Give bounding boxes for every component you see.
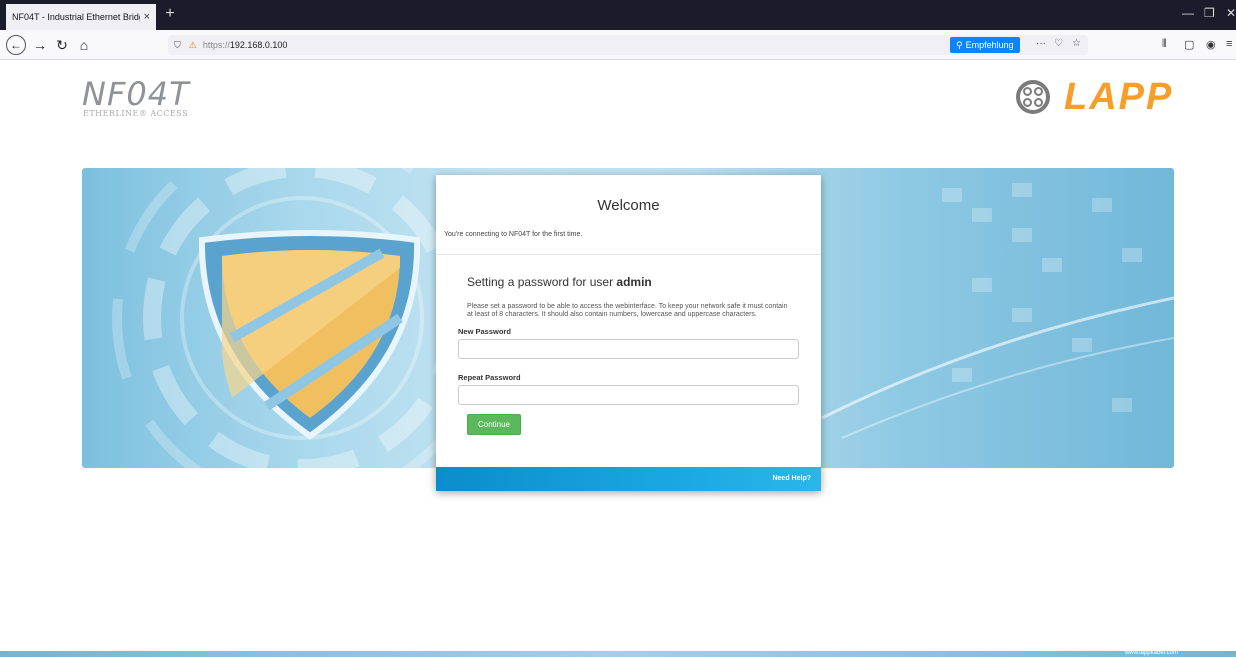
lapp-logo-mark-icon bbox=[1016, 80, 1050, 114]
browser-tab-bar: NF04T - Industrial Ethernet Bridge/ × + … bbox=[0, 0, 1236, 30]
set-password-heading: Setting a password for user admin bbox=[467, 275, 799, 289]
password-requirements: Please set a password to be able to acce… bbox=[467, 303, 788, 318]
footer-url[interactable]: www.lappkabel.com bbox=[1125, 650, 1178, 656]
browser-tab[interactable]: NF04T - Industrial Ethernet Bridge/ × bbox=[6, 4, 156, 30]
need-help-link[interactable]: Need Help? bbox=[772, 475, 811, 482]
product-logo-subtitle: ETHERLINE® ACCESS bbox=[83, 109, 189, 118]
tab-title: NF04T - Industrial Ethernet Bridge/ bbox=[12, 12, 140, 22]
password-setup-card: Welcome You're connecting to NF04T for t… bbox=[436, 175, 821, 491]
location-pin-icon: ⚲ bbox=[956, 39, 963, 50]
recommendation-label: Empfehlung bbox=[965, 40, 1014, 50]
repeat-password-input[interactable] bbox=[458, 385, 799, 405]
close-tab-icon[interactable]: × bbox=[144, 11, 150, 23]
page-actions-icon[interactable]: ··· bbox=[1036, 38, 1046, 49]
first-time-message: You're connecting to NF04T for the first… bbox=[444, 231, 583, 238]
username: admin bbox=[616, 275, 652, 289]
recommendation-badge[interactable]: ⚲ Empfehlung bbox=[950, 37, 1020, 53]
product-logo: NF04T bbox=[82, 75, 190, 113]
reload-icon[interactable]: ↻ bbox=[52, 35, 72, 55]
url-scheme: https:// bbox=[202, 40, 230, 50]
page-content: NF04T ETHERLINE® ACCESS LAPP Welcome You… bbox=[0, 61, 1236, 657]
card-body: Setting a password for user admin Please… bbox=[436, 255, 821, 435]
new-password-input[interactable] bbox=[458, 339, 799, 359]
card-header: Welcome You're connecting to NF04T for t… bbox=[436, 175, 821, 255]
close-window-icon[interactable]: ✕ bbox=[1226, 6, 1236, 20]
lapp-logo-text: LAPP bbox=[1064, 75, 1174, 118]
pocket-icon[interactable]: ♡ bbox=[1054, 38, 1063, 49]
set-password-heading-text: Setting a password for user bbox=[467, 275, 617, 289]
minimize-icon[interactable]: — bbox=[1182, 6, 1194, 20]
account-icon[interactable]: ◉ bbox=[1206, 38, 1216, 51]
shield-icon[interactable]: ⛉ bbox=[174, 40, 181, 51]
url-bar[interactable]: ⛉ ⚠ https:// 192.168.0.100 ⚲ Empfehlung … bbox=[168, 35, 1088, 55]
new-tab-button[interactable]: + bbox=[160, 4, 180, 24]
menu-icon[interactable]: ≡ bbox=[1226, 38, 1232, 50]
url-host: 192.168.0.100 bbox=[229, 40, 288, 50]
welcome-title: Welcome bbox=[597, 197, 660, 214]
repeat-password-label: Repeat Password bbox=[458, 373, 521, 382]
browser-nav-bar: ← → ↻ ⌂ ⛉ ⚠ https:// 192.168.0.100 ⚲ Emp… bbox=[0, 30, 1236, 60]
home-icon[interactable]: ⌂ bbox=[74, 35, 94, 55]
restore-icon[interactable]: ❐ bbox=[1204, 6, 1215, 20]
star-icon[interactable]: ☆ bbox=[1072, 38, 1081, 49]
footer-strip bbox=[0, 651, 1236, 657]
card-footer: Need Help? bbox=[436, 467, 821, 491]
sidebar-icon[interactable]: ▢ bbox=[1184, 38, 1194, 51]
warning-lock-icon[interactable]: ⚠ bbox=[189, 40, 197, 51]
back-icon[interactable]: ← bbox=[6, 35, 26, 55]
lapp-logo: LAPP bbox=[1016, 75, 1174, 118]
library-icon[interactable]: ⫴ bbox=[1162, 38, 1167, 51]
new-password-label: New Password bbox=[458, 327, 511, 336]
forward-icon[interactable]: → bbox=[30, 35, 50, 55]
continue-button[interactable]: Continue bbox=[467, 414, 521, 435]
